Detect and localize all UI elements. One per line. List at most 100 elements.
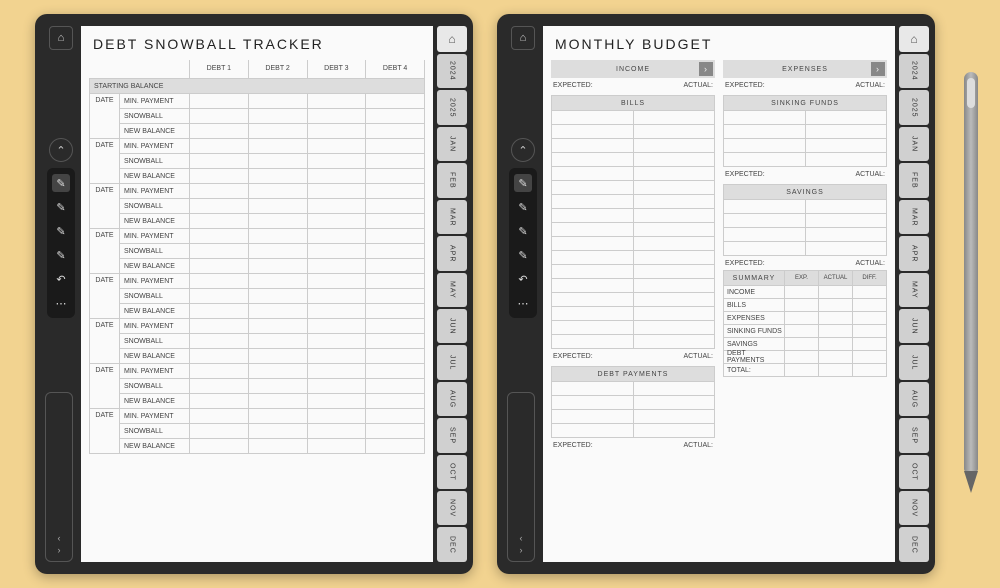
- cell[interactable]: [365, 184, 425, 198]
- date-cell[interactable]: DATE: [89, 274, 119, 319]
- summary-cell[interactable]: [818, 364, 852, 376]
- cell[interactable]: [189, 124, 248, 138]
- entry-line[interactable]: [723, 139, 887, 153]
- entry-line[interactable]: [551, 265, 715, 279]
- summary-cell[interactable]: [818, 325, 852, 337]
- cell[interactable]: [189, 439, 248, 453]
- cell[interactable]: [248, 214, 307, 228]
- cell[interactable]: [307, 94, 366, 108]
- entry-line[interactable]: [551, 410, 715, 424]
- cell[interactable]: [365, 214, 425, 228]
- cell[interactable]: [248, 244, 307, 258]
- cell[interactable]: [307, 349, 366, 363]
- next-page-icon[interactable]: ›: [58, 545, 61, 555]
- cell[interactable]: [365, 229, 425, 243]
- entry-line[interactable]: [723, 242, 887, 256]
- tab-feb[interactable]: FEB: [899, 163, 929, 197]
- date-cell[interactable]: DATE: [89, 319, 119, 364]
- entry-line[interactable]: [723, 228, 887, 242]
- cell[interactable]: [189, 139, 248, 153]
- cell[interactable]: [307, 364, 366, 378]
- cell[interactable]: [307, 109, 366, 123]
- entry-line[interactable]: [551, 382, 715, 396]
- summary-cell[interactable]: [852, 364, 886, 376]
- entry-line[interactable]: [551, 237, 715, 251]
- cell[interactable]: [248, 139, 307, 153]
- cell[interactable]: [248, 304, 307, 318]
- cell[interactable]: [307, 259, 366, 273]
- cell[interactable]: [248, 109, 307, 123]
- tab-aug[interactable]: AUG: [899, 382, 929, 416]
- cell[interactable]: [248, 409, 307, 423]
- cell[interactable]: [307, 334, 366, 348]
- cell[interactable]: [365, 94, 425, 108]
- entry-line[interactable]: [551, 279, 715, 293]
- cell[interactable]: [189, 229, 248, 243]
- cell[interactable]: [189, 169, 248, 183]
- tab-2024[interactable]: 2024: [437, 54, 467, 88]
- entry-line[interactable]: [551, 321, 715, 335]
- cell[interactable]: [248, 274, 307, 288]
- income-header[interactable]: INCOME ›: [551, 60, 715, 78]
- tool-marker-icon[interactable]: ✎: [514, 222, 532, 240]
- summary-cell[interactable]: [784, 312, 818, 324]
- chevron-right-icon[interactable]: ›: [699, 62, 713, 76]
- cell[interactable]: [189, 199, 248, 213]
- tab-dec[interactable]: DEC: [437, 527, 467, 561]
- cell[interactable]: [248, 259, 307, 273]
- tab-sep[interactable]: SEP: [437, 418, 467, 452]
- cell[interactable]: [189, 274, 248, 288]
- entry-line[interactable]: [551, 125, 715, 139]
- tool-pen-icon[interactable]: ✎: [52, 174, 70, 192]
- cell[interactable]: [307, 274, 366, 288]
- cell[interactable]: [365, 349, 425, 363]
- more-icon[interactable]: ⋯: [52, 294, 70, 312]
- expenses-header[interactable]: EXPENSES ›: [723, 60, 887, 78]
- cell[interactable]: [189, 259, 248, 273]
- tool-pencil-icon[interactable]: ✎: [52, 198, 70, 216]
- cell[interactable]: [189, 214, 248, 228]
- cell[interactable]: [307, 304, 366, 318]
- date-cell[interactable]: DATE: [89, 139, 119, 184]
- cell[interactable]: [248, 364, 307, 378]
- entry-line[interactable]: [723, 200, 887, 214]
- cell[interactable]: [307, 409, 366, 423]
- tab-jul[interactable]: JUL: [437, 345, 467, 379]
- prev-page-icon[interactable]: ‹: [58, 533, 61, 543]
- cell[interactable]: [365, 154, 425, 168]
- cell[interactable]: [189, 109, 248, 123]
- tab-2024[interactable]: 2024: [899, 54, 929, 88]
- cell[interactable]: [365, 394, 425, 408]
- cell[interactable]: [189, 94, 248, 108]
- cell[interactable]: [248, 319, 307, 333]
- cell[interactable]: [189, 394, 248, 408]
- entry-line[interactable]: [551, 195, 715, 209]
- cell[interactable]: [365, 304, 425, 318]
- cell[interactable]: [248, 94, 307, 108]
- entry-line[interactable]: [551, 111, 715, 125]
- tool-marker-icon[interactable]: ✎: [52, 222, 70, 240]
- cell[interactable]: [307, 169, 366, 183]
- cell[interactable]: [307, 124, 366, 138]
- cell[interactable]: [248, 169, 307, 183]
- tab-2025[interactable]: 2025: [899, 90, 929, 124]
- summary-cell[interactable]: [784, 286, 818, 298]
- cell[interactable]: [189, 409, 248, 423]
- summary-cell[interactable]: [852, 338, 886, 350]
- entry-line[interactable]: [551, 181, 715, 195]
- cell[interactable]: [189, 184, 248, 198]
- summary-cell[interactable]: [784, 364, 818, 376]
- cell[interactable]: [365, 364, 425, 378]
- cell[interactable]: [248, 229, 307, 243]
- tool-pen-icon[interactable]: ✎: [514, 174, 532, 192]
- summary-cell[interactable]: [852, 299, 886, 311]
- cell[interactable]: [248, 154, 307, 168]
- entry-line[interactable]: [551, 139, 715, 153]
- cell[interactable]: [248, 124, 307, 138]
- entry-line[interactable]: [551, 335, 715, 349]
- date-cell[interactable]: DATE: [89, 364, 119, 409]
- entry-line[interactable]: [551, 209, 715, 223]
- entry-line[interactable]: [551, 396, 715, 410]
- undo-icon[interactable]: ↶: [52, 270, 70, 288]
- cell[interactable]: [365, 109, 425, 123]
